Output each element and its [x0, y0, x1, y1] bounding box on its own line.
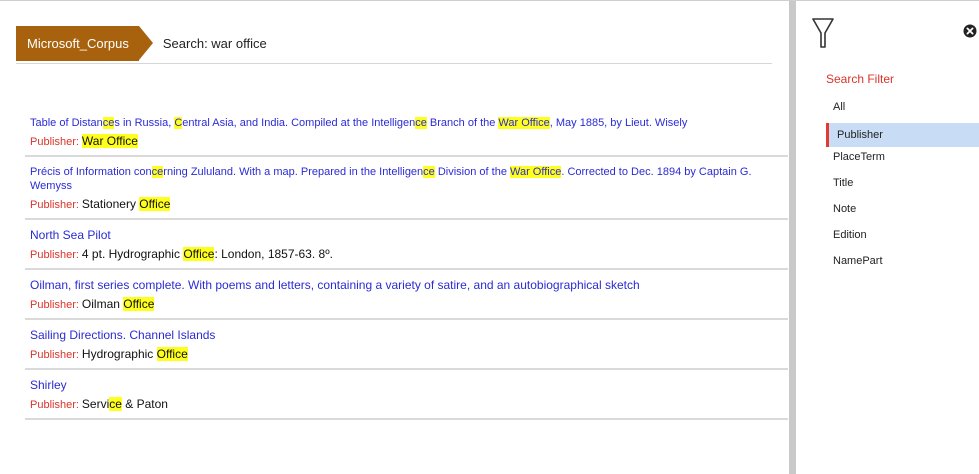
results-list: Table of Distances in Russia, Central As…	[25, 109, 788, 421]
results-pane: Microsoft_Corpus Search: war office Tabl…	[0, 1, 789, 474]
result-title-link[interactable]: Sailing Directions. Channel Islands	[30, 328, 782, 343]
search-highlight: ce	[415, 117, 427, 129]
search-highlight: War Office	[81, 134, 138, 148]
text-segment: Table of Distan	[30, 117, 103, 129]
text-segment: Oilman, first series complete. With poem…	[30, 278, 640, 292]
publisher-label: Publisher:	[30, 249, 79, 261]
panel-divider[interactable]	[789, 1, 796, 474]
breadcrumb: Microsoft_Corpus Search: war office	[16, 25, 267, 62]
result-item[interactable]: Oilman, first series complete. With poem…	[25, 271, 788, 318]
filter-panel: Search Filter All Publisher PlaceTerm Title…	[796, 1, 979, 474]
search-highlight: ce	[423, 166, 435, 178]
filter-item-all[interactable]: All	[829, 97, 979, 123]
text-segment: Précis of Information con	[30, 166, 152, 178]
search-highlight: War Office	[510, 166, 562, 178]
result-publisher: Publisher: War Office	[30, 134, 782, 149]
search-highlight: Office	[139, 197, 171, 211]
filter-item-note[interactable]: Note	[829, 199, 979, 225]
search-highlight: ce	[102, 117, 115, 129]
filter-list: All Publisher PlaceTerm Title Note Edition Nam…	[826, 97, 979, 277]
publisher-label: Publisher:	[30, 136, 79, 148]
text-segment: entral Asia, and India. Compiled at the …	[182, 117, 416, 129]
search-highlight: Office	[123, 297, 155, 311]
publisher-label: Publisher:	[30, 349, 79, 361]
text-segment: Stationery	[81, 197, 140, 211]
result-item[interactable]: North Sea Pilot Publisher: 4 pt. Hydrograp…	[25, 221, 788, 268]
result-title-link[interactable]: North Sea Pilot	[30, 228, 782, 243]
search-filter-title: Search Filter	[826, 72, 895, 86]
result-item[interactable]: Shirley Publisher: Service & Paton	[25, 371, 788, 418]
result-publisher: Publisher: Oilman Office	[30, 297, 782, 312]
result-title-link[interactable]: Shirley	[30, 378, 782, 393]
search-highlight: ce	[109, 397, 122, 411]
text-segment: Shirley	[30, 378, 67, 392]
result-item[interactable]: Table of Distances in Russia, Central As…	[25, 109, 788, 155]
filter-item-publisher[interactable]: Publisher	[826, 123, 979, 147]
header-divider	[16, 63, 772, 64]
result-publisher: Publisher: 4 pt. Hydrographic Office: Lon…	[30, 247, 782, 262]
search-query-text: Search: war office	[162, 36, 267, 51]
result-publisher: Publisher: Stationery Office	[30, 197, 782, 212]
text-segment: Servi	[81, 397, 110, 411]
publisher-label: Publisher:	[30, 299, 79, 311]
filter-item-namepart[interactable]: NamePart	[829, 251, 979, 277]
text-segment: & Paton	[121, 397, 168, 411]
text-segment: Branch of the	[426, 117, 499, 129]
corpus-breadcrumb-button[interactable]: Microsoft_Corpus	[16, 26, 153, 61]
search-highlight: Office	[183, 247, 215, 261]
result-title-link[interactable]: Précis of Information concerning Zululan…	[30, 165, 782, 193]
text-segment: Hydrographic	[81, 347, 157, 361]
text-segment: s in Russia,	[114, 117, 175, 129]
result-title-link[interactable]: Oilman, first series complete. With poem…	[30, 278, 782, 293]
text-segment: , May 1885, by Lieut. Wisely	[549, 117, 688, 129]
text-segment: North Sea Pilot	[30, 228, 111, 242]
result-publisher: Publisher: Service & Paton	[30, 397, 782, 412]
result-publisher: Publisher: Hydrographic Office	[30, 347, 782, 362]
publisher-label: Publisher:	[30, 399, 79, 411]
search-highlight: ce	[151, 166, 164, 178]
filter-item-placeterm[interactable]: PlaceTerm	[829, 147, 979, 173]
text-segment: : London, 1857-63. 8º.	[214, 247, 333, 261]
result-item[interactable]: Sailing Directions. Channel Islands Publi…	[25, 321, 788, 368]
result-title-link[interactable]: Table of Distances in Russia, Central As…	[30, 116, 782, 130]
result-item[interactable]: Précis of Information concerning Zululan…	[25, 158, 788, 218]
text-segment: Division of the	[434, 166, 510, 178]
search-highlight: Office	[156, 347, 188, 361]
search-highlight: War Office	[498, 117, 550, 129]
filter-item-edition[interactable]: Edition	[829, 225, 979, 251]
text-segment: Sailing Directions. Channel Islands	[30, 328, 216, 342]
funnel-icon[interactable]	[812, 17, 834, 49]
text-segment: rning Zululand. With a map. Prepared in …	[163, 166, 424, 178]
text-segment: Oilman	[81, 297, 124, 311]
text-segment: 4 pt. Hydrographic	[81, 247, 184, 261]
close-icon[interactable]	[963, 24, 977, 38]
filter-item-title[interactable]: Title	[829, 173, 979, 199]
publisher-label: Publisher:	[30, 199, 79, 211]
